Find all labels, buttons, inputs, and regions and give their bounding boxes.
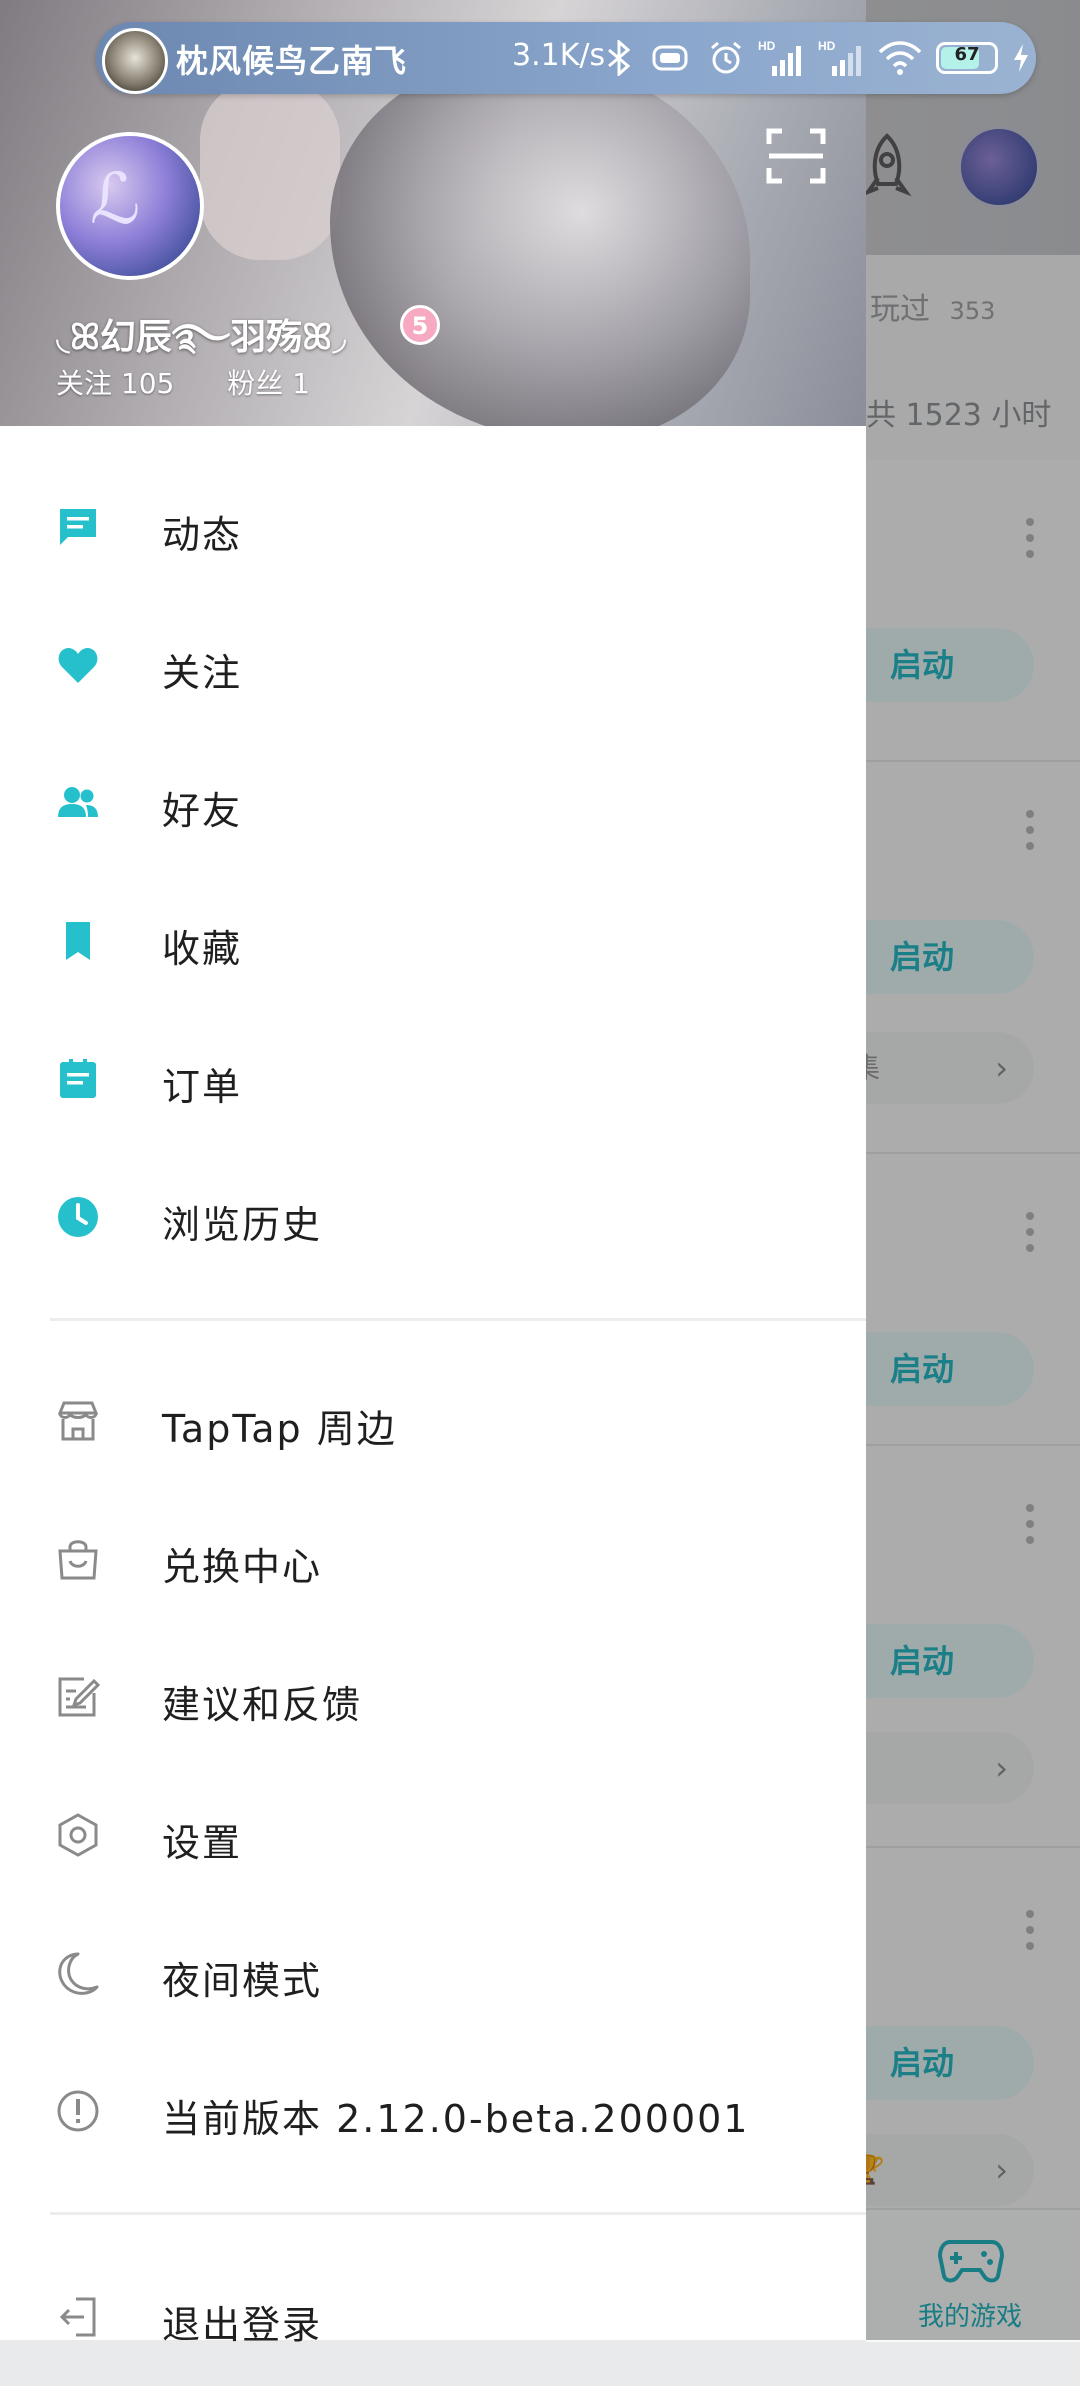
menu-item-label: 兑换中心	[162, 1545, 323, 1589]
heart-icon	[58, 648, 98, 683]
menu-item-night-mode[interactable]: 夜间模式	[0, 1904, 866, 2042]
battery-icon: 67	[936, 42, 998, 74]
store-icon	[57, 1401, 99, 1441]
avatar[interactable]: ℒ	[56, 132, 204, 280]
order-icon	[60, 1059, 96, 1098]
menu-item-label: 退出登录	[162, 2303, 323, 2347]
edit-icon	[58, 1677, 100, 1717]
menu-item-label: 好友	[162, 789, 243, 833]
menu-item-orders[interactable]: 订单	[0, 1010, 866, 1148]
network-speed: 3.1K/s	[512, 38, 606, 73]
menu-item-friends[interactable]: 好友	[0, 734, 866, 872]
menu-item-logout[interactable]: 退出登录	[0, 2248, 866, 2386]
menu-item-favorites[interactable]: 收藏	[0, 872, 866, 1010]
profile-stats: 关注 105 粉丝 1	[56, 362, 354, 402]
menu-item-label: 收藏	[162, 927, 243, 971]
wifi-icon	[878, 41, 922, 75]
menu-item-label: 当前版本 2.12.0-beta.200001	[162, 2097, 750, 2141]
svg-text:HD: HD	[818, 39, 836, 53]
logout-icon	[59, 2297, 96, 2337]
clock-icon	[58, 1197, 98, 1237]
menu-item-label: 动态	[162, 513, 243, 557]
status-marquee: 枕风候鸟乙南飞	[176, 42, 408, 80]
menu-item-feed[interactable]: 动态	[0, 458, 866, 596]
menu-secondary: TapTap 周边 兑换中心 建议和反馈 设置 夜间模式 当前版本 2.12.0…	[0, 1352, 866, 2180]
bag-icon	[58, 1540, 98, 1580]
alarm-icon	[711, 41, 741, 74]
menu-item-label: 建议和反馈	[162, 1683, 363, 1727]
battery-level: 67	[954, 44, 980, 65]
menu-item-label: 订单	[162, 1065, 243, 1109]
menu-item-label: 浏览历史	[162, 1203, 323, 1247]
settings-icon	[58, 1813, 98, 1857]
level-badge: 5	[400, 305, 440, 345]
menu-item-label: 夜间模式	[162, 1959, 323, 2003]
divider	[50, 1318, 866, 1321]
status-avatar	[102, 28, 168, 94]
moon-icon	[58, 1952, 99, 1995]
signal-hd-icon: HD	[758, 39, 801, 76]
menu-item-settings[interactable]: 设置	[0, 1766, 866, 1904]
followers-count[interactable]: 粉丝 1	[227, 367, 310, 400]
signal-hd-icon: HD	[818, 39, 861, 76]
bookmark-icon	[66, 922, 90, 960]
menu-item-label: TapTap 周边	[162, 1407, 397, 1451]
status-icons: HD HD 67	[606, 36, 1030, 80]
menu-primary: 动态 关注 好友 收藏 订单 浏览历史	[0, 458, 866, 1286]
menu-item-label: 关注	[162, 651, 243, 695]
menu-item-history[interactable]: 浏览历史	[0, 1148, 866, 1286]
status-bar: 枕风候鸟乙南飞 3.1K/s HD HD 67	[96, 22, 1036, 94]
scan-icon[interactable]	[766, 128, 826, 184]
message-icon	[60, 509, 96, 545]
header-background-photo	[200, 80, 340, 260]
menu-item-feedback[interactable]: 建议和反馈	[0, 1628, 866, 1766]
friends-icon	[58, 787, 98, 817]
menu-item-redeem[interactable]: 兑换中心	[0, 1490, 866, 1628]
following-count[interactable]: 关注 105	[56, 367, 174, 400]
vibrate-icon	[652, 45, 688, 71]
info-icon	[57, 2090, 99, 2132]
menu-logout: 退出登录	[0, 2248, 866, 2386]
menu-item-merch[interactable]: TapTap 周边	[0, 1352, 866, 1490]
navigation-drawer: ℒ ◟ꕤ幻辰࿐羽殇ꕤ◞ 5 关注 105 粉丝 1 动态 关注 好友 收藏 订单…	[0, 0, 866, 2347]
charging-icon	[1014, 44, 1028, 72]
divider	[50, 2212, 866, 2215]
menu-item-following[interactable]: 关注	[0, 596, 866, 734]
header-background-photo	[330, 60, 750, 426]
bluetooth-icon	[608, 40, 631, 76]
svg-text:HD: HD	[758, 39, 776, 53]
menu-item-label: 设置	[162, 1821, 243, 1865]
menu-item-version[interactable]: 当前版本 2.12.0-beta.200001	[0, 2042, 866, 2180]
